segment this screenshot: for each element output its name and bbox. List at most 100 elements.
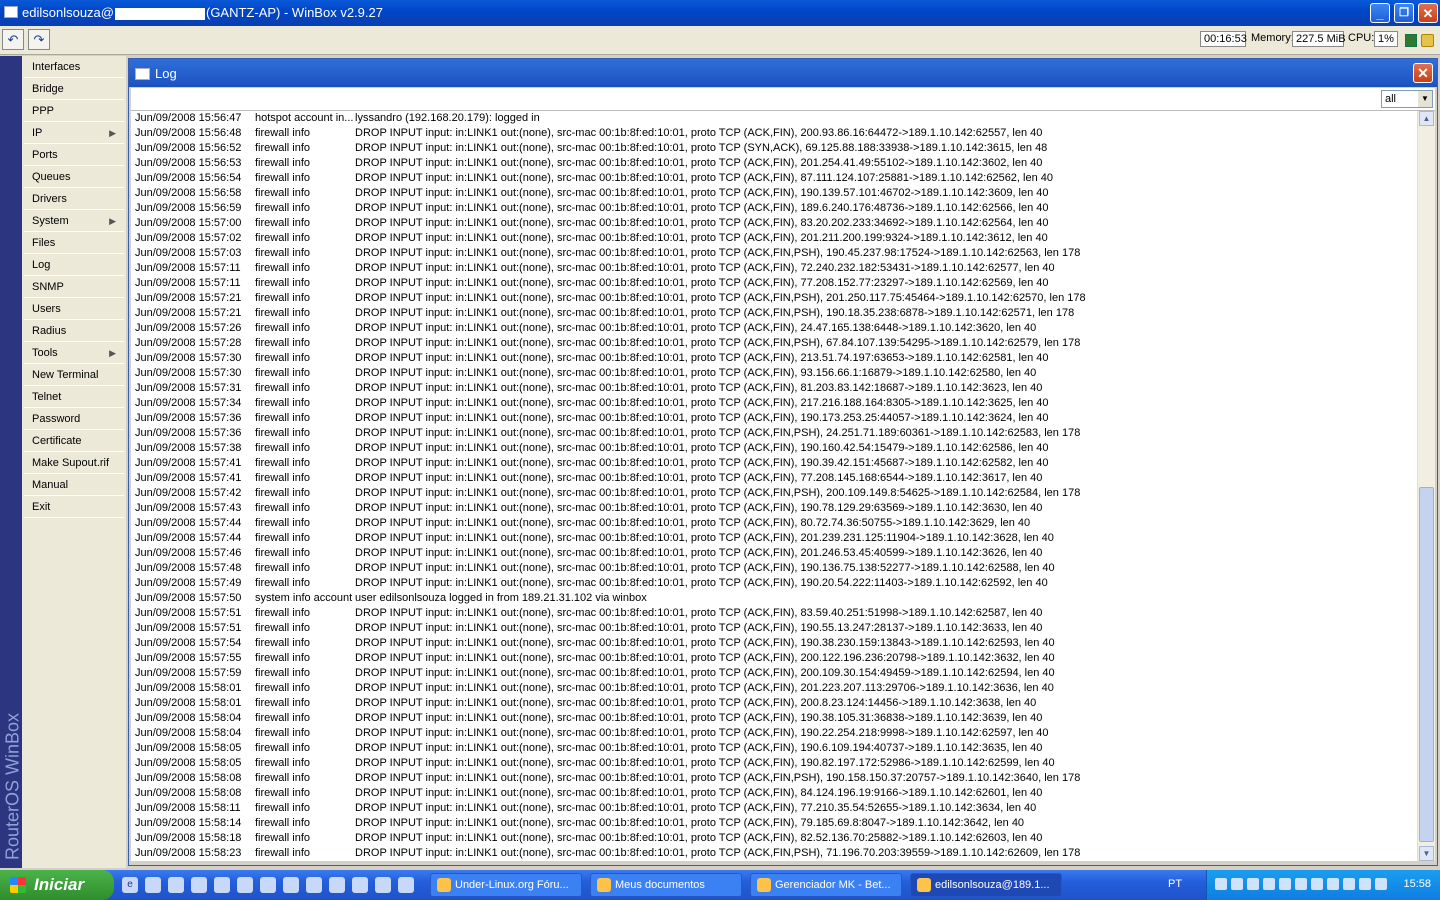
taskbar-button[interactable]: Gerenciador MK - Bet... xyxy=(750,873,902,897)
menu-item-make-supout-rif[interactable]: Make Supout.rif xyxy=(24,453,124,474)
menu-item-users[interactable]: Users xyxy=(24,299,124,320)
table-row[interactable]: Jun/09/2008 15:57:21 firewall info DROP IN… xyxy=(131,306,1417,321)
table-row[interactable]: Jun/09/2008 15:58:04 firewall info DROP IN… xyxy=(131,711,1417,726)
table-row[interactable]: Jun/09/2008 15:56:52 firewall info DROP IN… xyxy=(131,141,1417,156)
table-row[interactable]: Jun/09/2008 15:57:36 firewall info DROP IN… xyxy=(131,411,1417,426)
language-indicator[interactable]: PT xyxy=(1168,878,1182,890)
table-row[interactable]: Jun/09/2008 15:57:50 system info account u… xyxy=(131,591,1417,606)
close-button[interactable]: ✕ xyxy=(1418,3,1438,23)
tray-icon[interactable] xyxy=(1247,878,1259,890)
menu-item-exit[interactable]: Exit xyxy=(24,497,124,518)
firefox-icon[interactable] xyxy=(191,877,207,893)
quicklaunch-icon[interactable] xyxy=(214,877,230,893)
table-row[interactable]: Jun/09/2008 15:57:43 firewall info DROP IN… xyxy=(131,501,1417,516)
quicklaunch-icon[interactable] xyxy=(398,877,414,893)
table-row[interactable]: Jun/09/2008 15:57:26 firewall info DROP IN… xyxy=(131,321,1417,336)
table-row[interactable]: Jun/09/2008 15:58:18 firewall info DROP IN… xyxy=(131,831,1417,846)
table-row[interactable]: Jun/09/2008 15:58:23 firewall info DROP IN… xyxy=(131,846,1417,861)
table-row[interactable]: Jun/09/2008 15:57:44 firewall info DROP IN… xyxy=(131,516,1417,531)
menu-item-manual[interactable]: Manual xyxy=(24,475,124,496)
table-row[interactable]: Jun/09/2008 15:57:51 firewall info DROP IN… xyxy=(131,606,1417,621)
quicklaunch-icon[interactable] xyxy=(352,877,368,893)
table-row[interactable]: Jun/09/2008 15:58:05 firewall info DROP IN… xyxy=(131,756,1417,771)
menu-item-files[interactable]: Files xyxy=(24,233,124,254)
menu-item-ppp[interactable]: PPP xyxy=(24,101,124,122)
menu-item-password[interactable]: Password xyxy=(24,409,124,430)
redo-icon[interactable]: ↷ xyxy=(28,29,50,50)
tray-icon[interactable] xyxy=(1295,878,1307,890)
table-row[interactable]: Jun/09/2008 15:58:01 firewall info DROP IN… xyxy=(131,681,1417,696)
table-row[interactable]: Jun/09/2008 15:58:05 firewall info DROP IN… xyxy=(131,741,1417,756)
table-row[interactable]: Jun/09/2008 15:58:04 firewall info DROP IN… xyxy=(131,726,1417,741)
table-row[interactable]: Jun/09/2008 15:56:48 firewall info DROP IN… xyxy=(131,126,1417,141)
undo-icon[interactable]: ↶ xyxy=(2,29,24,50)
table-row[interactable]: Jun/09/2008 15:57:55 firewall info DROP IN… xyxy=(131,651,1417,666)
quicklaunch-icon[interactable] xyxy=(375,877,391,893)
taskbar-button[interactable]: Meus documentos xyxy=(590,873,742,897)
quicklaunch-icon[interactable] xyxy=(283,877,299,893)
table-row[interactable]: Jun/09/2008 15:56:54 firewall info DROP IN… xyxy=(131,171,1417,186)
minimize-button[interactable]: _ xyxy=(1370,3,1390,23)
download-icon[interactable] xyxy=(260,877,276,893)
table-row[interactable]: Jun/09/2008 15:56:59 firewall info DROP IN… xyxy=(131,201,1417,216)
table-row[interactable]: Jun/09/2008 15:56:58 firewall info DROP IN… xyxy=(131,186,1417,201)
scroll-up-icon[interactable]: ▲ xyxy=(1419,111,1434,126)
taskbar-button[interactable]: Under-Linux.org Fóru... xyxy=(430,873,582,897)
tray-icon[interactable] xyxy=(1215,878,1227,890)
menu-item-tools[interactable]: Tools ▶ xyxy=(24,343,124,364)
table-row[interactable]: Jun/09/2008 15:58:01 firewall info DROP IN… xyxy=(131,696,1417,711)
clock[interactable]: 15:58 xyxy=(1403,878,1431,890)
table-row[interactable]: Jun/09/2008 15:57:44 firewall info DROP IN… xyxy=(131,531,1417,546)
table-row[interactable]: Jun/09/2008 15:57:38 firewall info DROP IN… xyxy=(131,441,1417,456)
menu-item-queues[interactable]: Queues xyxy=(24,167,124,188)
log-window-titlebar[interactable]: Log ✕ xyxy=(129,59,1437,87)
maximize-button[interactable]: ❐ xyxy=(1394,3,1414,23)
menu-item-bridge[interactable]: Bridge xyxy=(24,79,124,100)
scroll-down-icon[interactable]: ▼ xyxy=(1419,846,1434,861)
tray-icon[interactable] xyxy=(1359,878,1371,890)
table-row[interactable]: Jun/09/2008 15:56:53 firewall info DROP IN… xyxy=(131,156,1417,171)
topic-filter-select[interactable]: all ▼ xyxy=(1381,90,1433,108)
tray-icon[interactable] xyxy=(1375,878,1387,890)
table-row[interactable]: Jun/09/2008 15:57:48 firewall info DROP IN… xyxy=(131,561,1417,576)
tray-icon[interactable] xyxy=(1263,878,1275,890)
window-titlebar[interactable]: edilsonlsouza@ (GANTZ-AP) - WinBox v2.9.2… xyxy=(0,0,1440,26)
table-row[interactable]: Jun/09/2008 15:57:11 firewall info DROP IN… xyxy=(131,276,1417,291)
table-row[interactable]: Jun/09/2008 15:57:49 firewall info DROP IN… xyxy=(131,576,1417,591)
table-row[interactable]: Jun/09/2008 15:57:46 firewall info DROP IN… xyxy=(131,546,1417,561)
table-row[interactable]: Jun/09/2008 15:57:02 firewall info DROP IN… xyxy=(131,231,1417,246)
tray-icon[interactable] xyxy=(1343,878,1355,890)
menu-item-snmp[interactable]: SNMP xyxy=(24,277,124,298)
menu-item-drivers[interactable]: Drivers xyxy=(24,189,124,210)
menu-item-interfaces[interactable]: Interfaces xyxy=(24,57,124,78)
table-row[interactable]: Jun/09/2008 15:57:11 firewall info DROP IN… xyxy=(131,261,1417,276)
log-close-button[interactable]: ✕ xyxy=(1413,63,1433,83)
tray-icon[interactable] xyxy=(1327,878,1339,890)
menu-item-ports[interactable]: Ports xyxy=(24,145,124,166)
table-row[interactable]: Jun/09/2008 15:57:54 firewall info DROP IN… xyxy=(131,636,1417,651)
table-row[interactable]: Jun/09/2008 15:58:08 firewall info DROP IN… xyxy=(131,771,1417,786)
scrollbar-thumb[interactable] xyxy=(1419,487,1434,842)
table-row[interactable]: Jun/09/2008 15:57:36 firewall info DROP IN… xyxy=(131,426,1417,441)
quicklaunch-icon[interactable] xyxy=(329,877,345,893)
table-row[interactable]: Jun/09/2008 15:57:59 firewall info DROP IN… xyxy=(131,666,1417,681)
menu-item-certificate[interactable]: Certificate xyxy=(24,431,124,452)
ie-icon[interactable]: e xyxy=(122,877,138,893)
menu-item-log[interactable]: Log xyxy=(24,255,124,276)
menu-item-system[interactable]: System ▶ xyxy=(24,211,124,232)
table-row[interactable]: Jun/09/2008 15:56:47 hotspot account in..… xyxy=(131,111,1417,126)
quicklaunch-icon[interactable] xyxy=(145,877,161,893)
table-row[interactable]: Jun/09/2008 15:58:08 firewall info DROP IN… xyxy=(131,786,1417,801)
quicklaunch-icon[interactable] xyxy=(237,877,253,893)
table-row[interactable]: Jun/09/2008 15:57:03 firewall info DROP IN… xyxy=(131,246,1417,261)
menu-item-telnet[interactable]: Telnet xyxy=(24,387,124,408)
menu-item-radius[interactable]: Radius xyxy=(24,321,124,342)
table-row[interactable]: Jun/09/2008 15:57:21 firewall info DROP IN… xyxy=(131,291,1417,306)
table-row[interactable]: Jun/09/2008 15:57:41 firewall info DROP IN… xyxy=(131,456,1417,471)
menu-item-new-terminal[interactable]: New Terminal xyxy=(24,365,124,386)
table-row[interactable]: Jun/09/2008 15:57:51 firewall info DROP IN… xyxy=(131,621,1417,636)
table-row[interactable]: Jun/09/2008 15:57:28 firewall info DROP IN… xyxy=(131,336,1417,351)
table-row[interactable]: Jun/09/2008 15:57:31 firewall info DROP IN… xyxy=(131,381,1417,396)
quicklaunch-icon[interactable] xyxy=(306,877,322,893)
tray-icon[interactable] xyxy=(1311,878,1323,890)
